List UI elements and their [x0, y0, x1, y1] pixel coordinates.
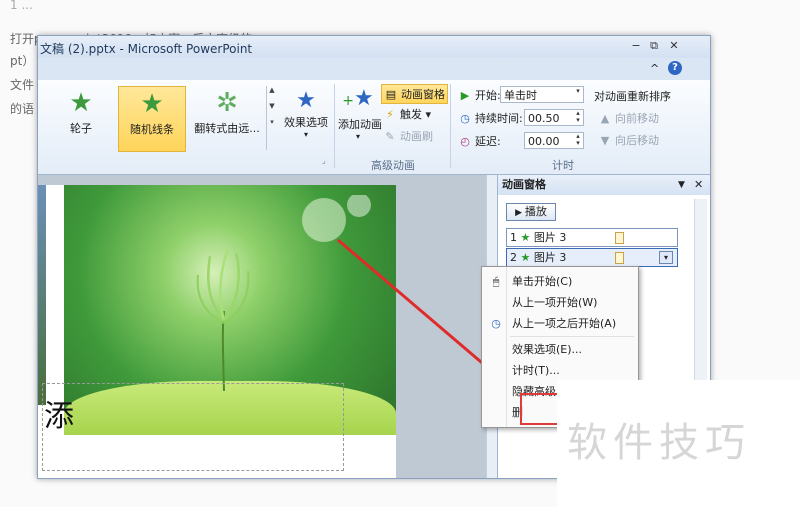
menu-item-timing[interactable]: 计时(T)...: [482, 360, 638, 381]
menu-item-effect-options[interactable]: 效果选项(E)...: [482, 339, 638, 360]
clock-icon: ◷: [491, 317, 501, 330]
mouse-icon: 🖱: [492, 275, 500, 288]
watermark-text: 软件技巧: [567, 420, 751, 466]
menu-divider: [510, 336, 634, 337]
menu-item-start-after-previous[interactable]: ◷ 从上一项之后开始(A): [482, 313, 638, 334]
menu-item-start-with-previous[interactable]: 从上一项开始(W): [482, 292, 638, 313]
menu-item-start-on-click[interactable]: 🖱 单击开始(C): [482, 271, 638, 292]
